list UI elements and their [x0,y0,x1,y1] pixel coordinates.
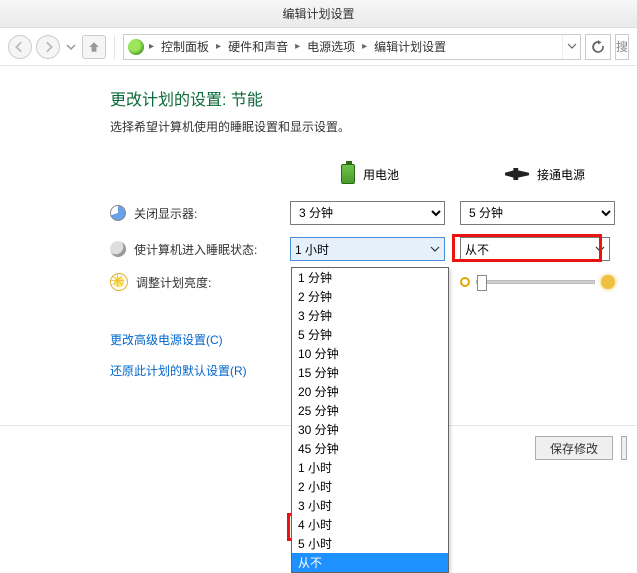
refresh-button[interactable] [585,34,611,60]
dropdown-option[interactable]: 2 小时 [292,477,448,496]
sun-bright-icon [601,275,615,289]
display-icon [110,205,126,221]
display-off-plugged-select[interactable]: 5 分钟 [460,201,615,225]
page-heading: 更改计划的设置: 节能 [110,86,637,110]
row-text-sleep: 使计算机进入睡眠状态: [134,241,257,258]
dropdown-option[interactable]: 45 分钟 [292,439,448,458]
back-button[interactable] [8,35,32,59]
col-label-plugged: 接通电源 [537,166,585,183]
window-title: 编辑计划设置 [282,7,354,21]
breadcrumb-seg-power[interactable]: 电源选项 [305,38,357,55]
dropdown-option[interactable]: 25 分钟 [292,401,448,420]
dropdown-option[interactable]: 从不 [292,553,448,572]
power-plan-icon [128,39,144,55]
dropdown-option[interactable]: 30 分钟 [292,420,448,439]
chevron-right-icon: ▸ [146,41,157,52]
row-text-display-off: 关闭显示器: [134,205,197,222]
row-label-brightness: 调整计划亮度: [110,273,280,291]
breadcrumb-seg-edit-plan[interactable]: 编辑计划设置 [372,38,448,55]
sun-dim-icon [460,277,470,287]
chevron-down-icon [430,244,440,254]
sun-icon [110,273,128,291]
slider-track[interactable] [476,280,595,284]
annotation-red-box [452,234,602,262]
nav-toolbar: ▸ 控制面板 ▸ 硬件和声音 ▸ 电源选项 ▸ 编辑计划设置 搜 [0,28,637,66]
col-header-battery: 用电池 [290,159,450,189]
chevron-right-icon: ▸ [292,41,303,52]
button-fragment[interactable] [621,436,627,460]
save-button[interactable]: 保存修改 [535,436,613,460]
search-box-fragment[interactable]: 搜 [615,34,629,60]
up-button[interactable] [82,35,106,59]
dropdown-option[interactable]: 1 分钟 [292,268,448,287]
row-label-display-off: 关闭显示器: [110,205,280,222]
page-subheading: 选择希望计算机使用的睡眠设置和显示设置。 [110,118,637,135]
slider-thumb[interactable] [477,275,487,291]
display-off-battery-select[interactable]: 3 分钟 [290,201,445,225]
row-label-sleep: 使计算机进入睡眠状态: [110,241,280,258]
divider [114,35,115,59]
sleep-battery-dropdown[interactable]: 1 分钟2 分钟3 分钟5 分钟10 分钟15 分钟20 分钟25 分钟30 分… [291,267,449,573]
address-dropdown-button[interactable] [562,35,580,59]
col-label-battery: 用电池 [363,166,399,183]
breadcrumb-seg-control-panel[interactable]: 控制面板 [159,38,211,55]
dropdown-option[interactable]: 4 小时 [292,515,448,534]
dropdown-option[interactable]: 15 分钟 [292,363,448,382]
select-value: 1 小时 [295,241,329,258]
dropdown-option[interactable]: 10 分钟 [292,344,448,363]
dropdown-option[interactable]: 20 分钟 [292,382,448,401]
dropdown-option[interactable]: 2 分钟 [292,287,448,306]
chevron-right-icon: ▸ [359,41,370,52]
battery-icon [341,164,355,184]
col-header-plugged: 接通电源 [460,159,630,189]
search-hint: 搜 [616,38,628,55]
plug-icon [505,168,529,180]
chevron-right-icon: ▸ [213,41,224,52]
dropdown-option[interactable]: 1 小时 [292,458,448,477]
recent-locations-button[interactable] [64,36,78,58]
dropdown-option[interactable]: 5 分钟 [292,325,448,344]
dropdown-option[interactable]: 3 分钟 [292,306,448,325]
row-text-brightness: 调整计划亮度: [136,274,211,291]
sleep-battery-select[interactable]: 1 小时 [290,237,445,261]
brightness-plugged-slider[interactable] [460,275,615,289]
address-bar[interactable]: ▸ 控制面板 ▸ 硬件和声音 ▸ 电源选项 ▸ 编辑计划设置 [123,34,581,60]
dropdown-option[interactable]: 5 小时 [292,534,448,553]
breadcrumb-seg-hardware[interactable]: 硬件和声音 [226,38,290,55]
moon-icon [110,241,126,257]
dropdown-option[interactable]: 3 小时 [292,496,448,515]
forward-button[interactable] [36,35,60,59]
window-titlebar: 编辑计划设置 [0,0,637,28]
footer-buttons: 保存修改 [535,436,627,460]
